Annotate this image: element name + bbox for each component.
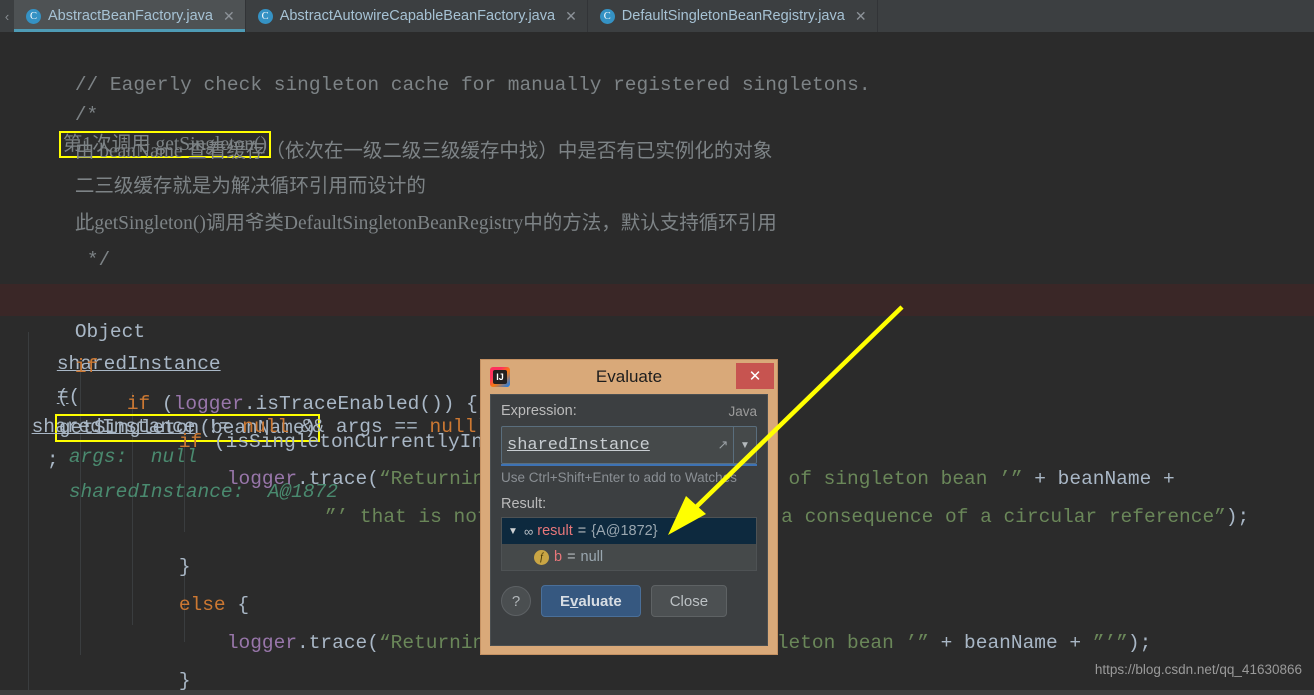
code-line-if-sharedinstance: if (( sharedInstance != null && args == …: [0, 322, 1314, 468]
editor-tab-bar: ‹ C AbstractBeanFactory.java ✕ C Abstrac…: [0, 0, 1314, 32]
class-icon: C: [257, 8, 273, 24]
code-line-comment: // Eagerly check singleton cache for man…: [0, 40, 1314, 96]
chevron-down-icon[interactable]: ▼: [508, 526, 519, 537]
dialog-title: Evaluate: [595, 367, 663, 386]
close-icon[interactable]: ✕: [565, 8, 577, 25]
evaluate-dialog[interactable]: IJ Evaluate ✕ Expression: Java sharedIns…: [480, 359, 778, 655]
code-line-comment-cn-2: 二三级缓存就是为解决循环引用而设计的: [0, 142, 1314, 197]
field-equals: =: [567, 549, 576, 565]
result-value: {A@1872}: [591, 523, 658, 539]
chevron-down-icon[interactable]: ▼: [733, 427, 756, 463]
evaluate-button-label: Evaluate: [560, 592, 622, 610]
watch-result-icon: ∞: [524, 523, 533, 539]
class-icon: C: [26, 8, 41, 24]
code-line-comment-cn-3: 此getSingleton()调用爷类DefaultSingletonBeanR…: [0, 179, 1314, 234]
editor-bottom-strip: [0, 690, 1314, 695]
tab-bar-filler: [877, 0, 1314, 32]
input-focus-underline: [501, 464, 757, 466]
result-row-field-b[interactable]: f b = null: [502, 544, 756, 570]
close-icon[interactable]: ✕: [736, 363, 774, 389]
expression-row: Expression: Java: [501, 403, 757, 419]
block-comment-close: */: [86, 249, 111, 271]
tab-scroll-left-icon[interactable]: ‹: [0, 0, 14, 32]
dialog-button-row: ? Evaluate Close: [501, 585, 757, 617]
close-icon[interactable]: ✕: [223, 8, 235, 25]
expression-input[interactable]: sharedInstance: [502, 427, 713, 463]
class-icon: C: [599, 8, 615, 24]
expand-editor-icon[interactable]: ↗: [713, 427, 733, 463]
tab-abstractbeanfactory[interactable]: C AbstractBeanFactory.java ✕: [14, 0, 246, 32]
dialog-title-bar[interactable]: IJ Evaluate ✕: [481, 360, 777, 394]
result-tree[interactable]: ▼ ∞ result = {A@1872} f b = null: [501, 517, 757, 571]
field-icon: f: [534, 549, 549, 565]
intellij-idea-icon: IJ: [490, 367, 510, 387]
code-line-blockcomment-end: */: [0, 215, 1314, 271]
result-label: Result:: [501, 496, 547, 512]
field-value: null: [580, 549, 604, 565]
tab-label: DefaultSingletonBeanRegistry.java: [621, 8, 845, 24]
result-row-result[interactable]: ▼ ∞ result = {A@1872}: [502, 518, 756, 544]
tab-defaultsingletonbeanregistry[interactable]: C DefaultSingletonBeanRegistry.java ✕: [588, 0, 878, 32]
tab-label: AbstractBeanFactory.java: [48, 8, 213, 24]
expression-input-wrapper[interactable]: sharedInstance ↗ ▼: [501, 426, 757, 466]
tab-label: AbstractAutowireCapableBeanFactory.java: [279, 8, 556, 24]
result-equals: =: [577, 523, 587, 539]
field-name: b: [554, 549, 563, 565]
watermark: https://blog.csdn.net/qq_41630866: [1094, 662, 1302, 677]
code-line-blockcomment-start: /* 第1次调用 getSingleton(): [0, 70, 1314, 158]
close-icon[interactable]: ✕: [855, 8, 867, 25]
close-button[interactable]: Close: [650, 585, 728, 617]
tab-abstractautowirecapablebeanfactory[interactable]: C AbstractAutowireCapableBeanFactory.jav…: [246, 0, 588, 32]
result-name: result: [537, 523, 573, 539]
dialog-body: Expression: Java sharedInstance ↗ ▼ Use …: [490, 394, 768, 646]
expression-label: Expression:: [501, 403, 577, 419]
evaluate-button[interactable]: Evaluate: [541, 585, 641, 617]
help-button[interactable]: ?: [501, 586, 531, 616]
code-line-comment-cn-1: 由 beanName 查看缓存（依次在一级二级三级缓存中找）中是否有已实例化的对…: [0, 107, 1314, 162]
code-line-current-execution: Object sharedInstance = getSingleton(bea…: [0, 284, 1314, 503]
language-label[interactable]: Java: [728, 404, 757, 419]
expression-hint: Use Ctrl+Shift+Enter to add to Watches: [501, 470, 737, 485]
